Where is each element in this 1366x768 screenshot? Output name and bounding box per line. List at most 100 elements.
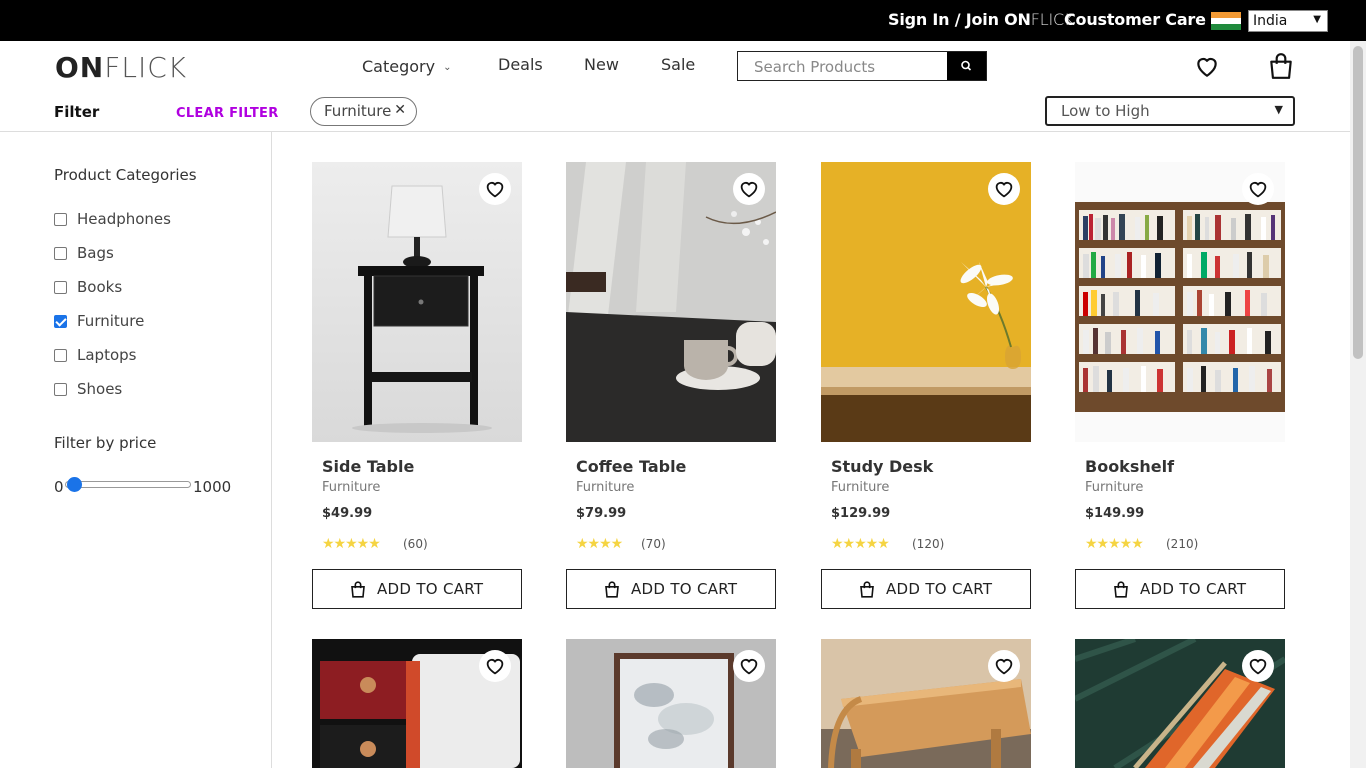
nav-category-label: Category — [362, 57, 436, 76]
add-to-cart-button[interactable]: ADD TO CART — [312, 569, 522, 609]
price-max: 1000 — [193, 478, 232, 496]
checkbox[interactable] — [54, 383, 67, 396]
wishlist-button[interactable] — [988, 173, 1020, 205]
product-name[interactable]: Study Desk — [831, 457, 933, 476]
categories-title: Product Categories — [54, 166, 197, 184]
heart-icon — [995, 182, 1013, 198]
nav-category[interactable]: Category ⌄ — [362, 57, 451, 76]
product-name[interactable]: Side Table — [322, 457, 414, 476]
filter-chip-label: Furniture — [324, 102, 392, 120]
heart-icon — [740, 182, 758, 198]
review-count: (60) — [403, 537, 428, 551]
rating-stars: ★★★★★ — [322, 536, 381, 552]
add-to-cart-button[interactable]: ADD TO CART — [1075, 569, 1285, 609]
price-min: 0 — [54, 478, 64, 496]
wishlist-button[interactable] — [733, 173, 765, 205]
divider — [0, 131, 1350, 132]
checkbox[interactable] — [54, 247, 67, 260]
add-to-cart-label: ADD TO CART — [377, 580, 484, 598]
clear-filter-button[interactable]: CLEAR FILTER — [176, 106, 279, 121]
signin-text: Sign In / Join — [888, 10, 1005, 29]
product-name[interactable]: Coffee Table — [576, 457, 686, 476]
heart-icon — [1249, 659, 1267, 675]
bag-icon — [860, 581, 874, 598]
divider — [271, 132, 272, 768]
product-name[interactable]: Bookshelf — [1085, 457, 1174, 476]
product-price: $129.99 — [831, 506, 891, 521]
bag-icon — [605, 581, 619, 598]
search-icon — [961, 60, 972, 71]
scrollbar-thumb[interactable] — [1353, 46, 1363, 359]
wishlist-button[interactable] — [733, 650, 765, 682]
checkbox[interactable] — [54, 349, 67, 362]
nav-sale[interactable]: Sale — [661, 55, 695, 74]
wishlist-heart-icon[interactable] — [1194, 53, 1220, 79]
rating-stars: ★★★★★ — [831, 536, 890, 552]
chevron-down-icon: ⌄ — [443, 62, 452, 73]
product-category: Furniture — [576, 480, 635, 495]
rating-stars: ★★★★ — [576, 536, 623, 552]
wishlist-button[interactable] — [1242, 650, 1274, 682]
price-slider-track[interactable] — [65, 481, 191, 488]
logo-bold: ON — [55, 51, 105, 84]
category-label: Books — [77, 278, 123, 296]
category-label: Furniture — [77, 312, 145, 330]
wishlist-button[interactable] — [479, 650, 511, 682]
wishlist-button[interactable] — [1242, 173, 1274, 205]
add-to-cart-button[interactable]: ADD TO CART — [566, 569, 776, 609]
rating-stars: ★★★★★ — [1085, 536, 1144, 552]
sort-select[interactable]: Low to High ▼ — [1045, 96, 1295, 126]
customer-care-link[interactable]: Coustomer Care — [1064, 10, 1206, 29]
search-bar: Search Products — [737, 51, 987, 81]
wishlist-button[interactable] — [988, 650, 1020, 682]
price-slider-handle[interactable] — [67, 477, 82, 492]
checkbox[interactable] — [54, 213, 67, 226]
review-count: (120) — [912, 537, 945, 551]
india-flag-icon — [1211, 12, 1241, 30]
wishlist-button[interactable] — [479, 173, 511, 205]
bag-icon — [1114, 581, 1128, 598]
top-bar: Sign In / Join ONFLICK Coustomer Care In… — [0, 0, 1366, 41]
review-count: (70) — [641, 537, 666, 551]
heart-icon — [995, 659, 1013, 675]
logo-light: FLICK — [104, 51, 188, 84]
heart-icon — [1249, 182, 1267, 198]
product-category: Furniture — [831, 480, 890, 495]
add-to-cart-label: ADD TO CART — [1140, 580, 1247, 598]
heart-icon — [486, 182, 504, 198]
scrollbar[interactable] — [1350, 41, 1366, 768]
search-button[interactable] — [947, 52, 986, 80]
nav-deals[interactable]: Deals — [498, 55, 543, 74]
country-value: India — [1253, 13, 1288, 29]
category-label: Headphones — [77, 210, 171, 228]
logo[interactable]: ONFLICK — [55, 51, 187, 84]
bag-icon — [351, 581, 365, 598]
sort-value: Low to High — [1061, 102, 1150, 120]
add-to-cart-button[interactable]: ADD TO CART — [821, 569, 1031, 609]
category-label: Shoes — [77, 380, 123, 398]
signin-link[interactable]: Sign In / Join ONFLICK — [888, 10, 1074, 29]
checkbox-checked[interactable] — [54, 315, 67, 328]
country-select[interactable]: India ▼ — [1248, 10, 1328, 32]
checkbox[interactable] — [54, 281, 67, 294]
product-price: $79.99 — [576, 506, 627, 521]
product-price: $49.99 — [322, 506, 373, 521]
category-label: Bags — [77, 244, 114, 262]
product-category: Furniture — [322, 480, 381, 495]
heart-icon — [486, 659, 504, 675]
price-filter-title: Filter by price — [54, 434, 157, 452]
product-category: Furniture — [1085, 480, 1144, 495]
product-price: $149.99 — [1085, 506, 1145, 521]
filter-chip-furniture[interactable]: Furniture ✕ — [310, 97, 417, 126]
close-icon[interactable]: ✕ — [394, 102, 406, 118]
cart-bag-icon[interactable] — [1268, 52, 1294, 80]
nav-new[interactable]: New — [584, 55, 619, 74]
chevron-down-icon: ▼ — [1313, 14, 1321, 25]
filter-label: Filter — [54, 103, 100, 121]
search-input[interactable]: Search Products — [754, 58, 875, 76]
add-to-cart-label: ADD TO CART — [886, 580, 993, 598]
category-label: Laptops — [77, 346, 137, 364]
signin-brand-bold: ON — [1004, 10, 1031, 29]
add-to-cart-label: ADD TO CART — [631, 580, 738, 598]
heart-icon — [740, 659, 758, 675]
